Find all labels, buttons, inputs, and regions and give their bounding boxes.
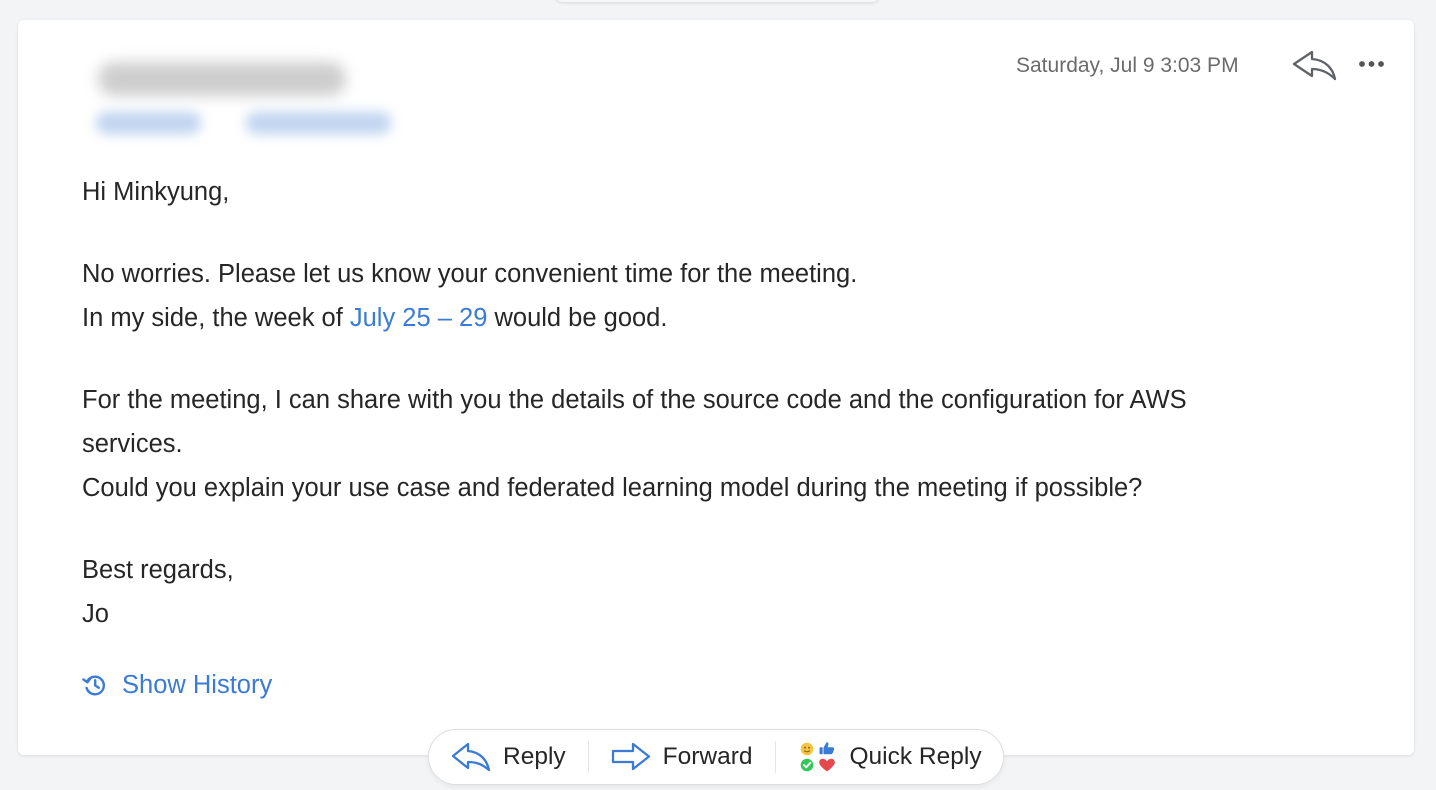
body-text: would be good.	[487, 304, 668, 332]
date-range-link[interactable]: July 25 – 29	[350, 304, 488, 332]
reply-button[interactable]: Reply	[451, 730, 566, 784]
body-line: Could you explain your use case and fede…	[82, 474, 1143, 502]
body-line: No worries. Please let us know your conv…	[82, 260, 858, 288]
show-history-label: Show History	[122, 670, 273, 699]
message-action-bar: Reply Forward Quick Reply	[428, 729, 1004, 785]
more-options-button[interactable]	[1356, 53, 1390, 79]
forward-arrow-icon	[611, 742, 650, 771]
reply-label: Reply	[503, 743, 566, 770]
action-separator	[587, 741, 589, 773]
forward-button[interactable]: Forward	[611, 730, 753, 784]
body-text: In my side, the week of	[82, 304, 350, 332]
action-separator	[774, 741, 776, 773]
sender-info-blurred	[78, 40, 398, 135]
header-reply-button[interactable]	[1290, 47, 1340, 85]
history-clock-icon	[82, 675, 105, 696]
quick-reply-emoji-icon	[800, 742, 835, 772]
greeting-line: Hi Minkyung,	[82, 178, 230, 206]
sender-address-blurred	[96, 112, 201, 134]
more-horizontal-icon	[1359, 61, 1384, 67]
sender-name-blurred	[98, 62, 346, 96]
top-tab-edge	[555, 0, 880, 2]
quick-reply-button[interactable]: Quick Reply	[798, 730, 982, 784]
signature-line: Jo	[82, 600, 109, 628]
forward-label: Forward	[662, 743, 753, 770]
recipient-blurred	[246, 112, 391, 134]
closing-line: Best regards,	[82, 556, 234, 584]
body-line: services.	[82, 430, 183, 458]
body-line: In my side, the week of July 25 – 29 wou…	[82, 296, 1372, 340]
email-message-card: Saturday, Jul 9 3:03 PM Hi Minkyung, No …	[18, 20, 1414, 755]
quick-reply-label: Quick Reply	[849, 743, 982, 770]
reply-arrow-icon	[1292, 50, 1337, 81]
message-date: Saturday, Jul 9 3:03 PM	[1016, 54, 1239, 77]
reply-arrow-icon	[451, 742, 491, 772]
show-history-link[interactable]: Show History	[82, 665, 272, 705]
message-body: Hi Minkyung, No worries. Please let us k…	[82, 170, 1372, 636]
body-line: For the meeting, I can share with you th…	[82, 386, 1187, 414]
